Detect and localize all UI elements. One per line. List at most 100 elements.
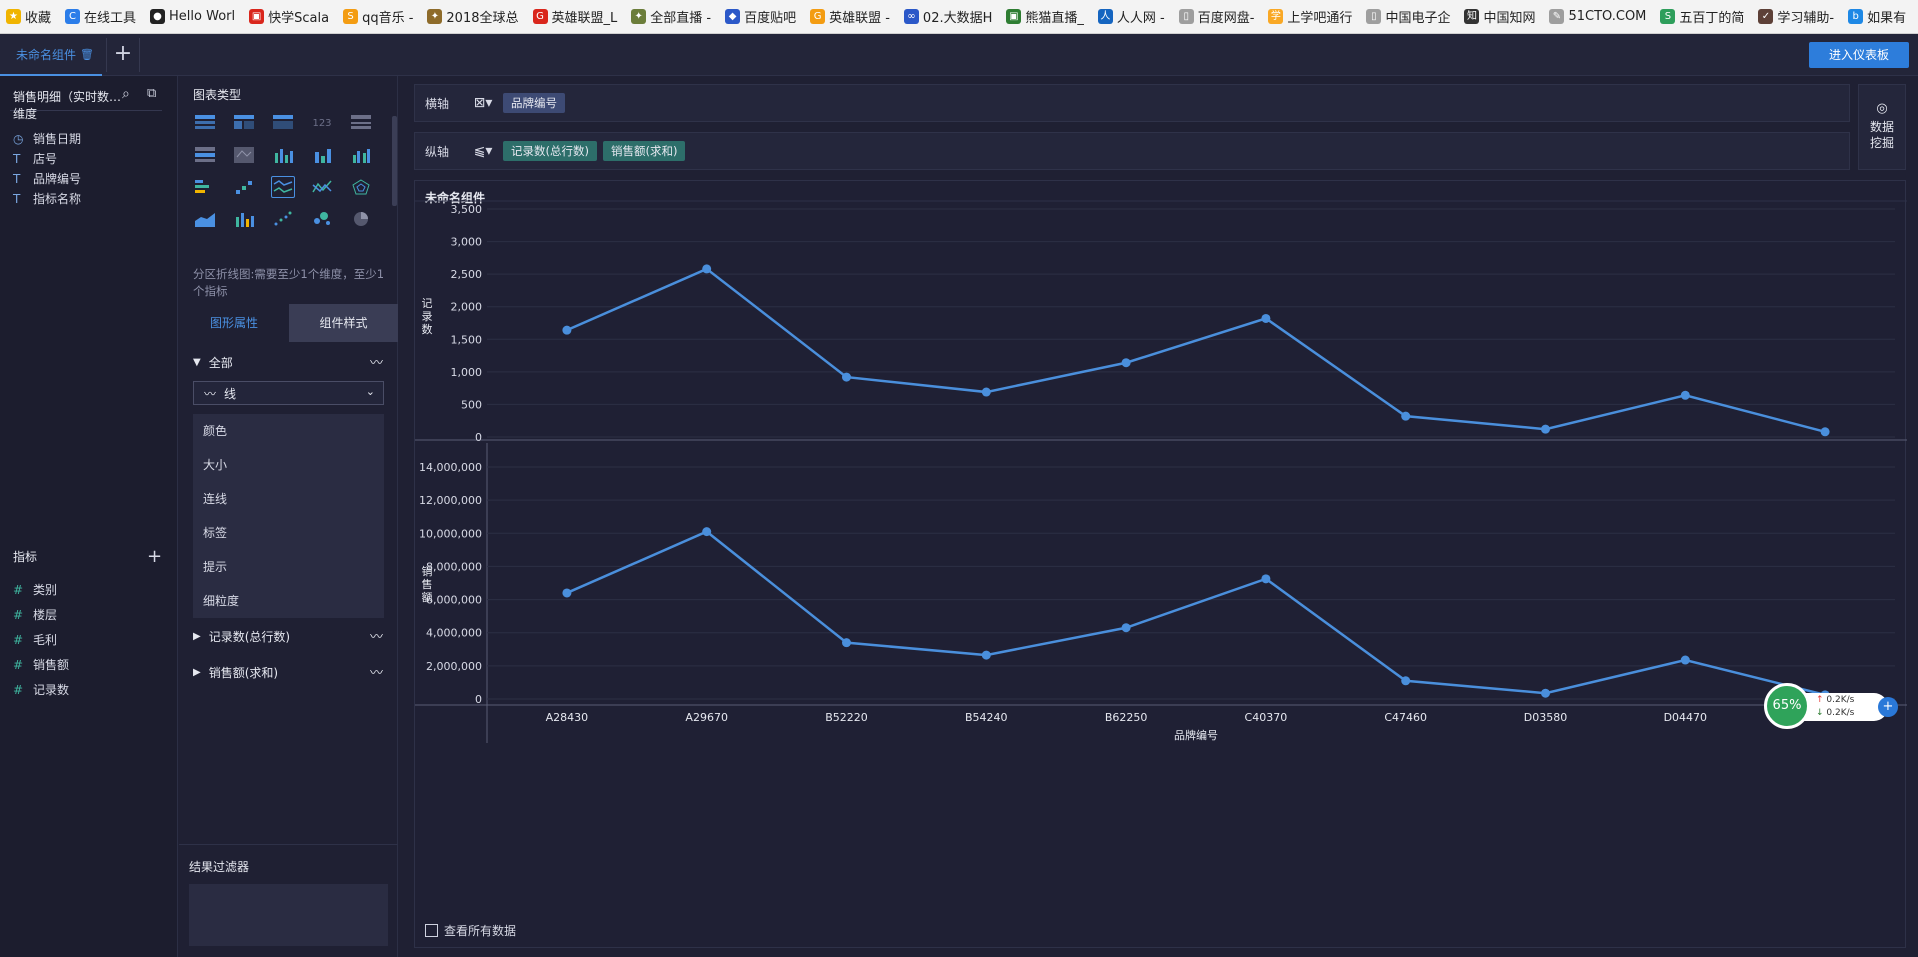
field-label: 指标名称	[33, 192, 82, 206]
x-axis-title: 品牌编号	[1174, 728, 1218, 742]
bookmark-item[interactable]: ▣ 快学Scala	[249, 7, 329, 26]
bookmark-item[interactable]: ✓ 学习辅助-	[1758, 7, 1834, 26]
measure-field[interactable]: # 记录数	[13, 681, 69, 698]
bookmark-item[interactable]: ◆ 百度贴吧	[725, 7, 796, 26]
property-granularity[interactable]: 细粒度	[193, 584, 384, 618]
grouped-table-icon[interactable]	[193, 144, 217, 166]
bookmark-item[interactable]: C 在线工具	[65, 7, 136, 26]
measure-row-sales[interactable]: ▶ 销售额(求和) 〰	[193, 664, 383, 681]
map-chart-icon[interactable]	[232, 144, 256, 166]
axis-layout-icon[interactable]: ⫹▾	[463, 143, 503, 159]
measure-field[interactable]: # 毛利	[13, 631, 57, 648]
data-mining-button[interactable]: ◎ 数据挖掘	[1858, 84, 1906, 170]
pie-chart-icon[interactable]	[349, 208, 373, 230]
radar-chart-icon[interactable]	[349, 176, 373, 198]
dimension-field[interactable]: T 品牌编号	[13, 170, 81, 187]
bookmark-item[interactable]: ▣ 熊猫直播_	[1006, 7, 1084, 26]
bookmark-item[interactable]: ▯ 中国电子企	[1366, 7, 1450, 26]
bubble-chart-icon[interactable]	[310, 208, 334, 230]
switch-dataset-icon[interactable]: ⧉	[147, 86, 156, 101]
dataset-title[interactable]: 销售明细（实时数…	[13, 88, 128, 105]
network-speed-widget[interactable]: ↑ 0.2K/s ↓ 0.2K/s 65% +	[1764, 683, 1898, 729]
x-tick-label: C47460	[1384, 711, 1427, 724]
y-axis-bar: 纵轴 ⫹▾ 记录数(总行数) 销售额(求和)	[414, 132, 1850, 170]
kpi-number-icon[interactable]: 123	[310, 112, 334, 134]
checkbox[interactable]	[425, 924, 438, 937]
bookmark-favicon-icon: 人	[1097, 9, 1113, 24]
grouped-bar-icon[interactable]	[349, 144, 373, 166]
bookmark-label: 熊猫直播_	[1025, 11, 1084, 26]
search-icon[interactable]: ⌕	[122, 86, 130, 102]
stacked-bar-icon[interactable]	[271, 144, 295, 166]
bookmark-item[interactable]: G 英雄联盟 -	[810, 7, 890, 26]
y-axis-field-pill[interactable]: 记录数(总行数)	[503, 141, 597, 161]
partitioned-line-icon[interactable]	[271, 176, 295, 198]
table-chart-icon[interactable]	[193, 112, 217, 134]
result-filter-dropzone[interactable]	[189, 884, 388, 946]
mark-type-select[interactable]: 〰 线 ⌄	[193, 381, 384, 405]
add-measure-button[interactable]: +	[147, 546, 162, 567]
series-line	[566, 267, 1826, 433]
bookmark-item[interactable]: ✎ 51CTO.COM	[1549, 9, 1646, 24]
dimension-field[interactable]: ◷ 销售日期	[13, 130, 81, 147]
bookmark-item[interactable]: S 五百丁的简	[1660, 7, 1744, 26]
bookmark-item[interactable]: 学上学吧通行	[1268, 7, 1352, 26]
y-axis-label: 纵轴	[425, 144, 450, 159]
add-tab-button[interactable]: +	[106, 38, 140, 72]
bookmark-item[interactable]: G 英雄联盟_L	[532, 7, 617, 26]
bookmark-item[interactable]: 知中国知网	[1464, 7, 1535, 26]
measure-field[interactable]: # 类别	[13, 581, 57, 598]
plus-icon[interactable]: +	[1878, 697, 1898, 717]
bookmark-label: 2018全球总	[446, 11, 519, 26]
area-chart-icon[interactable]	[193, 208, 217, 230]
bookmark-favicon-icon: C	[65, 9, 81, 24]
bookmark-item[interactable]: ▯ 百度网盘-	[1178, 7, 1254, 26]
step-chart-icon[interactable]	[232, 176, 256, 198]
partitioned-line-chart[interactable]: 0 500 1,000 1,500 2,000 2,500 3,000 3,500 记录数 0 2,…	[415, 181, 1907, 921]
bookmark-item[interactable]: Sqq音乐 -	[343, 7, 413, 26]
enter-dashboard-button[interactable]: 进入仪表板	[1809, 42, 1909, 68]
dimension-field[interactable]: T 指标名称	[13, 190, 81, 207]
tab-unnamed-component[interactable]: 未命名组件 🗑	[0, 34, 102, 76]
chart-type-heading: 图表类型	[193, 88, 242, 102]
property-connect[interactable]: 连线	[193, 482, 384, 516]
measure-field[interactable]: # 楼层	[13, 606, 57, 623]
config-panel: 图表类型 123 分区折线图:需要至少1个维度，至少1个指标 图形属性 组件样式…	[179, 76, 398, 957]
scatter-chart-icon[interactable]	[271, 208, 295, 230]
measure-row-count[interactable]: ▶ 记录数(总行数) 〰	[193, 628, 383, 645]
bookmark-item[interactable]: ★ 收藏	[6, 7, 51, 26]
chart-type-scrollbar[interactable]	[392, 116, 397, 206]
property-label[interactable]: 标签	[193, 516, 384, 550]
property-tooltip[interactable]: 提示	[193, 550, 384, 584]
bookmark-item[interactable]: b 如果有	[1848, 7, 1906, 26]
bookmark-item[interactable]: 人人人网 -	[1097, 7, 1165, 26]
view-all-data-toggle[interactable]: 查看所有数据	[425, 922, 516, 939]
tab-graph-properties[interactable]: 图形属性	[179, 304, 289, 342]
line-chart-icon[interactable]	[310, 176, 334, 198]
bookmark-item[interactable]: ∞ 02.大数据H	[903, 7, 993, 26]
cross-table-icon[interactable]	[232, 112, 256, 134]
property-size[interactable]: 大小	[193, 448, 384, 482]
horizontal-bar-icon[interactable]	[193, 176, 217, 198]
property-color[interactable]: 颜色	[193, 414, 384, 448]
bookmark-item[interactable]: ✦ 2018全球总	[427, 7, 519, 26]
axis-sort-icon[interactable]: ⊠▾	[463, 95, 503, 111]
chart-type-hint: 分区折线图:需要至少1个维度，至少1个指标	[193, 267, 385, 298]
bookmark-label: Hello Worl	[169, 9, 236, 24]
x-axis-field-pill[interactable]: 品牌编号	[503, 93, 565, 113]
combo-bar-icon[interactable]	[232, 208, 256, 230]
text-widget-icon[interactable]	[349, 112, 373, 134]
trash-icon[interactable]: 🗑	[80, 48, 94, 61]
y-axis-field-pill[interactable]: 销售额(求和)	[602, 141, 686, 161]
bar-chart-icon[interactable]	[310, 144, 334, 166]
measure-field[interactable]: # 销售额	[13, 656, 69, 673]
bookmark-item[interactable]: ● Hello Worl	[150, 9, 235, 24]
tab-component-style[interactable]: 组件样式	[289, 304, 398, 342]
dimension-field[interactable]: T 店号	[13, 150, 57, 167]
bookmark-item[interactable]: ✦ 全部直播 -	[631, 7, 711, 26]
data-mining-label: 数据挖掘	[1869, 120, 1894, 150]
bookmark-label: 02.大数据H	[922, 11, 993, 26]
all-measures-row[interactable]: ▼ 全部 〰	[193, 354, 383, 371]
detail-table-icon[interactable]	[271, 112, 295, 134]
chevron-down-icon: ▼	[193, 357, 201, 368]
